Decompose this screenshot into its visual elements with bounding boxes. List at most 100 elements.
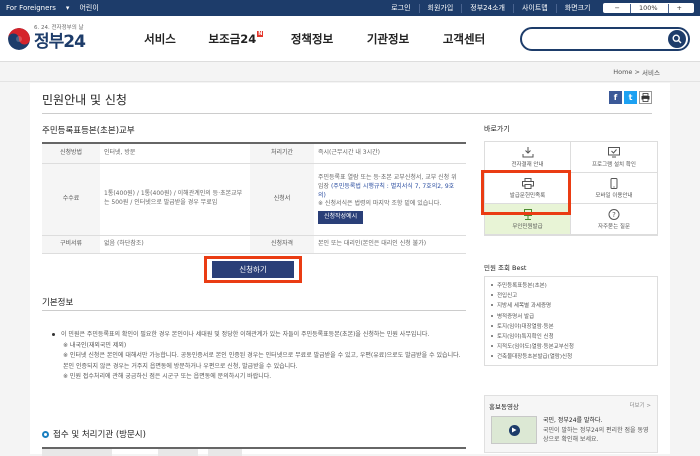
best-item[interactable]: 전입신고	[485, 290, 657, 300]
table-cell: 인터넷, 방문	[100, 143, 250, 164]
logo-text: 정부24	[34, 31, 86, 52]
shortcut-label: 프로그램 설치 확인	[592, 161, 636, 168]
section-title: 기본정보	[42, 298, 74, 308]
nav-item-service[interactable]: 서비스	[122, 31, 198, 47]
monitor-check-icon	[608, 146, 620, 158]
procedure-title: 접수 및 처리기관 (방문시)	[53, 430, 146, 440]
table-header-cell: 처리기간	[250, 143, 314, 164]
best-item[interactable]: 병적증명서 발급	[485, 311, 657, 321]
section-divider	[42, 310, 466, 311]
table-cell: 주민등록표 열람 또는 등·초본 교부신청서, 교부 신청 위임장 (주민등록법…	[314, 163, 466, 236]
table-cell: 즉시(근무시간 내 3시간)	[314, 143, 466, 164]
download-icon	[522, 146, 534, 158]
breadcrumb: Home > 서비스	[0, 62, 700, 82]
service-info-table: 신청방법 인터넷, 방문 처리기간 즉시(근무시간 내 3시간) 수수료 1통(…	[42, 142, 466, 254]
table-row: 수수료 1통(400원) / 1통(400원) / 이해관계인의 등·초본교부는…	[42, 163, 466, 236]
shortcut-label: 모바일 이용안내	[595, 192, 633, 199]
video-thumbnail[interactable]	[491, 416, 537, 444]
promo-video-box: 홍보동영상 더보기 > 국민, 정부24를 말하다. 국민이 말하는 정부24의…	[484, 395, 658, 453]
shortcut-program-check[interactable]: 프로그램 설치 확인	[571, 142, 657, 173]
basic-info-notes: 이 민원은 주민등록표의 확인이 필요한 경우 본인이나 세대원 및 정당한 이…	[52, 330, 462, 383]
zoom-in-button[interactable]: +	[667, 3, 690, 13]
breadcrumb-home[interactable]: Home	[613, 68, 632, 76]
best-item[interactable]: 주민등록표등본(초본)	[485, 280, 657, 290]
zoom-out-button[interactable]: −	[607, 4, 628, 13]
video-description: 국민, 정부24를 말하다. 국민이 말하는 정부24의 편리한 점을 동영상으…	[543, 416, 653, 445]
best-item[interactable]: 지방세 세목별 과세증명	[485, 300, 657, 310]
main-nav: 서비스 보조금24 N 정책정보 기관정보 고객센터	[122, 30, 502, 47]
breadcrumb-current[interactable]: 서비스	[642, 67, 660, 77]
search-icon	[672, 33, 682, 43]
procedure-heading: 접수 및 처리기관 (방문시)	[42, 428, 146, 440]
nav-item-policy[interactable]: 정책정보	[274, 31, 350, 47]
mobile-phone-icon	[608, 177, 620, 189]
new-badge: N	[257, 30, 264, 37]
nav-item-subsidy-label: 보조금24	[208, 31, 257, 46]
table-header-cell: 신청서	[250, 163, 314, 236]
service-title: 주민등록표등본(초본)교부	[42, 126, 135, 136]
shortcut-label: 무인민원발급	[512, 223, 543, 230]
circle-bullet-icon	[42, 430, 49, 438]
procedure-table	[42, 447, 466, 456]
best-item[interactable]: 지적도(임야도)열람·등본교부신청	[485, 341, 657, 351]
page-title: 민원안내 및 신청	[42, 93, 127, 107]
best-title: 민원 조회 Best	[484, 264, 527, 272]
zoom-level: 100%	[629, 3, 666, 13]
table-header-cell: 신청방법	[42, 143, 100, 164]
for-foreigners-link[interactable]: For Foreigners	[6, 4, 56, 12]
table-row: 신청방법 인터넷, 방문 처리기간 즉시(근무시간 내 3시간)	[42, 143, 466, 164]
nav-item-agency[interactable]: 기관정보	[350, 31, 426, 47]
best-item[interactable]: 토지(임야)대장열람·등본	[485, 321, 657, 331]
video-title: 홍보동영상	[489, 403, 519, 411]
table-row: 구비서류 없음 (하단참조) 신청자격 본인 또는 대리인(본인은 대리인 신청…	[42, 235, 466, 254]
kids-link[interactable]: 어린이	[79, 3, 98, 13]
share-tools: f t	[609, 91, 652, 104]
form-example-button[interactable]: 신청작성예시	[318, 211, 364, 224]
shortcut-label: 전자결재 안내	[511, 161, 544, 168]
note-item: ※ 인터넷 신청은 본인에 대해서만 가능합니다. 공동인증서로 본인 인증된 …	[63, 352, 461, 370]
shortcut-label: 자주묻는 질문	[597, 223, 631, 230]
play-icon	[508, 424, 520, 436]
print-icon[interactable]	[639, 91, 652, 104]
table-header-cell	[42, 449, 112, 456]
search-button[interactable]	[668, 29, 686, 48]
svg-text:?: ?	[612, 211, 616, 219]
shortcut-e-approval[interactable]: 전자결재 안내	[485, 142, 571, 173]
screen-size-label: 화면크기	[555, 3, 599, 13]
video-headline: 국민, 정부24를 말하다.	[543, 417, 603, 424]
facebook-icon[interactable]: f	[609, 91, 622, 104]
about-link[interactable]: 정부24소개	[461, 3, 513, 13]
utility-bar: For Foreigners ▾ 어린이 로그인 회원가입 정부24소개 사이트…	[0, 0, 700, 16]
table-cell: 본인 또는 대리인(본인은 대리인 신청 불가)	[314, 235, 466, 254]
best-item[interactable]: 건축물대장등초본발급(열람)신청	[485, 351, 657, 361]
shortcut-highlight-box	[481, 170, 571, 215]
nav-item-support[interactable]: 고객센터	[426, 31, 502, 47]
site-logo[interactable]: 6. 24. 전자정부의 날 정부24	[0, 26, 122, 51]
form-reference: (주민등록법 시행규칙 : 별지서식 7, 7호의2, 9호의)	[318, 182, 455, 199]
nav-item-subsidy[interactable]: 보조금24 N	[198, 30, 274, 47]
sidebar-title: 바로가기	[484, 125, 510, 133]
table-cell: 없음 (하단참조)	[100, 235, 250, 254]
zoom-control: − 100% +	[602, 3, 694, 13]
shortcut-faq[interactable]: ? 자주묻는 질문	[571, 204, 657, 235]
note-text: 이 민원은 주민등록표의 확인이 필요한 경우 본인이나 세대원 및 정당한 이…	[61, 331, 430, 338]
sitemap-link[interactable]: 사이트맵	[512, 3, 556, 13]
table-header-cell	[158, 449, 198, 456]
apply-button[interactable]: 신청하기	[212, 261, 294, 278]
chevron-down-icon: ▾	[65, 4, 70, 12]
best-list: 주민등록표등본(초본) 전입신고 지방세 세목별 과세증명 병적증명서 발급 토…	[484, 276, 658, 366]
site-header: 6. 24. 전자정부의 날 정부24 서비스 보조금24 N 정책정보 기관정보…	[0, 16, 700, 62]
best-item[interactable]: 토지(임야)특지확인 신청	[485, 331, 657, 341]
note-item: 이 민원은 주민등록표의 확인이 필요한 경우 본인이나 세대원 및 정당한 이…	[52, 330, 462, 341]
shortcut-mobile-guide[interactable]: 모바일 이용안내	[571, 173, 657, 204]
search-input[interactable]	[520, 26, 690, 51]
bullet-icon	[52, 333, 55, 336]
table-cell: 1통(400원) / 1통(400원) / 이해관계인의 등·초본교부는 500…	[100, 163, 250, 236]
signup-link[interactable]: 회원가입	[418, 3, 462, 13]
table-header-cell: 신청자격	[250, 235, 314, 254]
twitter-icon[interactable]: t	[624, 91, 637, 104]
video-more-link[interactable]: 더보기 >	[629, 401, 651, 409]
login-link[interactable]: 로그인	[383, 4, 418, 13]
title-divider	[42, 113, 652, 114]
form-note: ※ 신청서식은 법령의 마지막 조항 밑에 있습니다.	[318, 200, 442, 208]
